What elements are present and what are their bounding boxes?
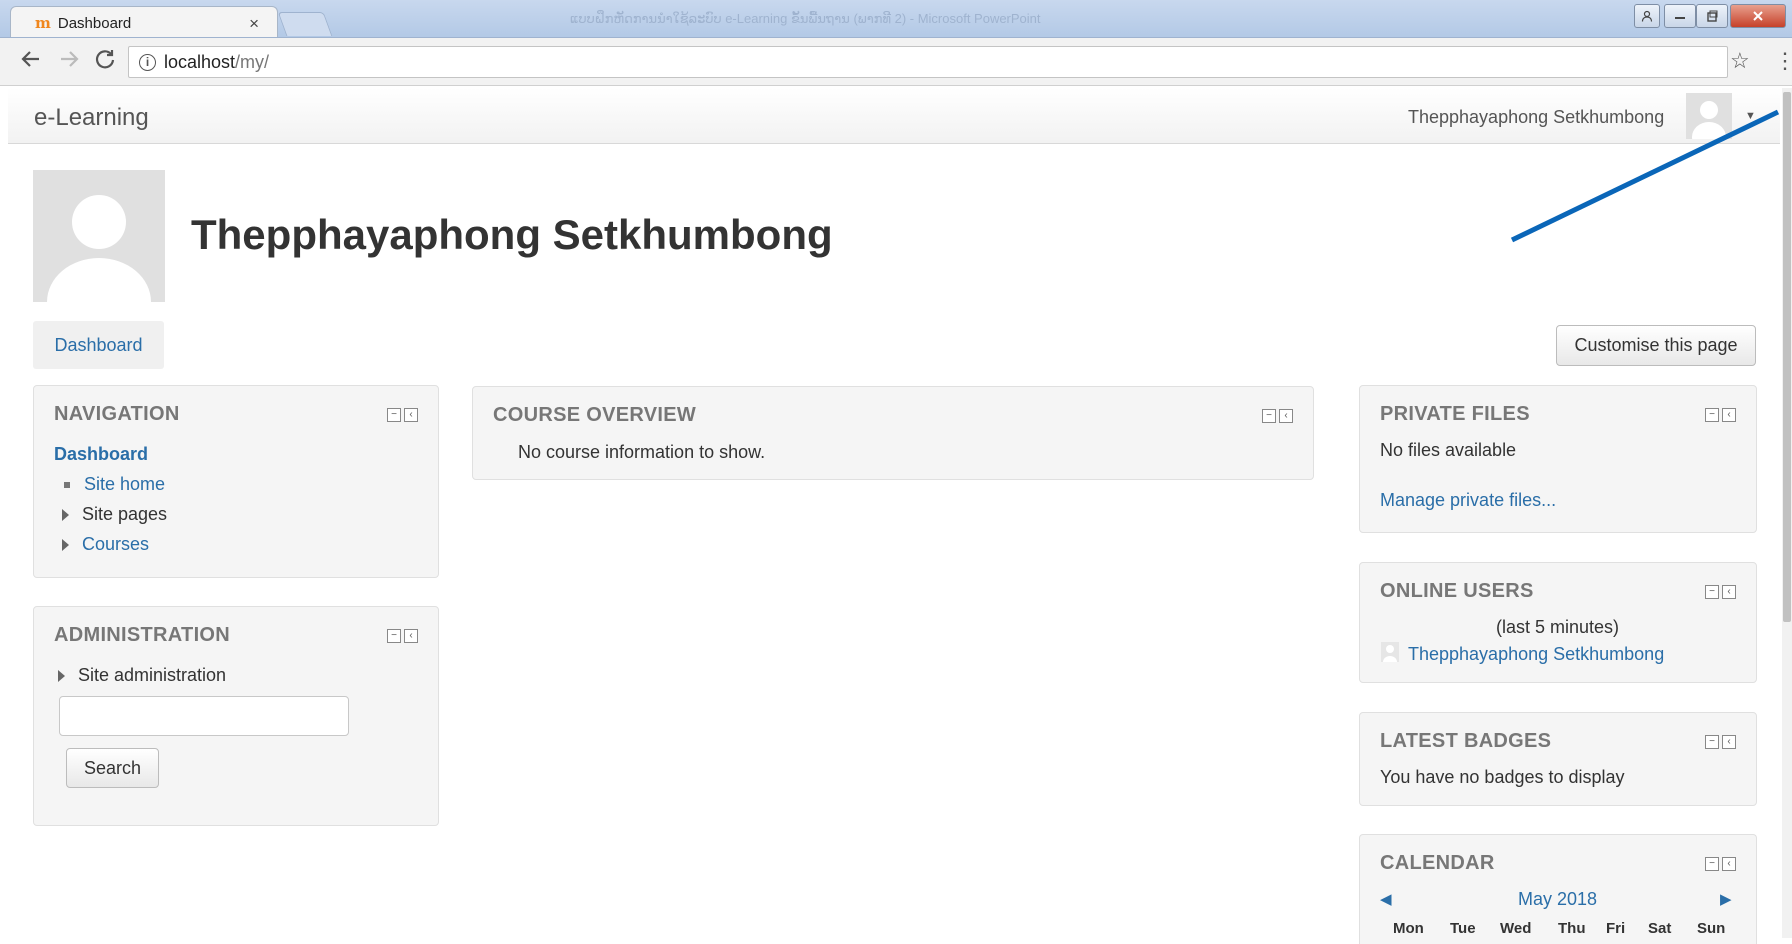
calendar-month-link[interactable]: May 2018 (1518, 889, 1597, 910)
calendar-day-header: Sun (1697, 920, 1726, 937)
browser-tab-dashboard[interactable]: m Dashboard × (10, 6, 278, 37)
course-overview-block: COURSE OVERVIEW − ‹ No course information… (472, 386, 1314, 480)
sidebar-item-site-administration[interactable]: Site administration (58, 665, 226, 686)
collapse-block-icon[interactable]: − (387, 629, 401, 643)
block-controls: − ‹ (387, 408, 418, 422)
navigation-block: NAVIGATION − ‹ Dashboard Site home Site p… (33, 385, 439, 578)
sidebar-item-label: Site home (84, 474, 166, 494)
calendar-prev-icon[interactable]: ◀ (1380, 890, 1392, 908)
sidebar-item-courses[interactable]: Courses (62, 534, 149, 555)
page-title: Thepphayaphong Setkhumbong (191, 211, 833, 258)
collapse-block-icon[interactable]: − (1705, 408, 1719, 422)
online-user-avatar-icon (1381, 642, 1399, 662)
site-brand[interactable]: e-Learning (34, 104, 149, 132)
page-scrollbar-thumb[interactable] (1783, 92, 1791, 622)
calendar-day-header: Fri (1606, 920, 1626, 937)
private-files-block: PRIVATE FILES − ‹ No files available Mana… (1359, 385, 1757, 533)
course-overview-message: No course information to show. (518, 442, 766, 462)
online-user-link[interactable]: Thepphayaphong Setkhumbong (1408, 644, 1664, 665)
sidebar-item-label: Site administration (78, 665, 227, 685)
dock-block-icon[interactable]: ‹ (1722, 408, 1736, 422)
address-bar[interactable]: i localhost/my/ (128, 46, 1728, 78)
expand-arrow-icon (62, 509, 69, 522)
collapse-block-icon[interactable]: − (1262, 409, 1276, 423)
sidebar-item-label: Courses (82, 534, 150, 554)
back-arrow-icon[interactable] (20, 48, 42, 76)
tab-close-icon[interactable]: × (249, 14, 259, 34)
block-controls: − ‹ (1705, 857, 1736, 871)
collapse-block-icon[interactable]: − (1705, 857, 1719, 871)
expand-arrow-icon (58, 670, 65, 683)
online-users-block: ONLINE USERS − ‹ (last 5 minutes) Theppha… (1359, 562, 1757, 683)
user-avatar-icon[interactable] (1686, 93, 1732, 139)
calendar-day-header: Thu (1558, 920, 1586, 937)
admin-search-button[interactable]: Search (66, 748, 159, 788)
calendar-title: CALENDAR (1380, 852, 1495, 874)
browser-tab-title: Dashboard (57, 14, 132, 32)
dock-block-icon[interactable]: ‹ (404, 629, 418, 643)
administration-block-title: ADMINISTRATION (54, 624, 231, 646)
block-controls: − ‹ (1262, 409, 1293, 423)
tab-dashboard[interactable]: Dashboard (33, 321, 164, 369)
sidebar-item-site-home[interactable]: Site home (62, 474, 165, 495)
user-menu-name[interactable]: Thepphayaphong Setkhumbong (1408, 107, 1664, 128)
expand-arrow-icon (62, 539, 69, 552)
restore-window-icon[interactable] (1696, 4, 1728, 28)
close-window-icon[interactable] (1730, 4, 1786, 28)
manage-private-files-link[interactable]: Manage private files... (1380, 490, 1556, 511)
online-users-period: (last 5 minutes) (1496, 617, 1620, 637)
moodle-favicon-icon: m (35, 14, 51, 32)
reload-icon[interactable] (94, 48, 116, 76)
private-files-title: PRIVATE FILES (1380, 403, 1530, 425)
block-controls: − ‹ (1705, 408, 1736, 422)
calendar-day-header: Sat (1648, 920, 1672, 937)
nav-current-dashboard[interactable]: Dashboard (54, 444, 148, 465)
collapse-block-icon[interactable]: − (387, 408, 401, 422)
url-path: /my/ (235, 51, 270, 72)
url-host: localhost (164, 51, 236, 72)
site-info-icon[interactable]: i (139, 53, 156, 71)
minimize-window-icon[interactable] (1664, 4, 1696, 28)
user-profile-icon[interactable] (1634, 4, 1660, 28)
online-users-title: ONLINE USERS (1380, 580, 1534, 602)
new-tab-button[interactable] (277, 12, 333, 36)
calendar-next-icon[interactable]: ▶ (1720, 890, 1732, 908)
calendar-day-header: Wed (1500, 920, 1532, 937)
dock-block-icon[interactable]: ‹ (1722, 857, 1736, 871)
block-controls: − ‹ (1705, 735, 1736, 749)
navigation-block-title: NAVIGATION (54, 403, 180, 425)
course-overview-title: COURSE OVERVIEW (493, 404, 697, 426)
browser-tabstrip: m Dashboard × ແບບຝຶກຫັດການນຳໃຊ້ລະບົບ e-L… (0, 0, 1792, 38)
browser-menu-icon[interactable]: ⋮ (1774, 48, 1792, 74)
calendar-day-header: Tue (1450, 920, 1476, 937)
sidebar-item-site-pages[interactable]: Site pages (62, 504, 167, 525)
dock-block-icon[interactable]: ‹ (1279, 409, 1293, 423)
forward-arrow-icon[interactable] (58, 48, 80, 76)
bullet-icon (64, 482, 70, 489)
user-menu-caret-icon[interactable]: ▼ (1745, 110, 1756, 122)
site-navbar: e-Learning Thepphayaphong Setkhumbong ▼ (8, 88, 1780, 144)
dock-block-icon[interactable]: ‹ (404, 408, 418, 422)
browser-toolbar: i localhost/my/ ☆ ⋮ (0, 38, 1792, 86)
bookmark-star-icon[interactable]: ☆ (1730, 48, 1750, 74)
admin-search-input[interactable] (59, 696, 349, 736)
block-controls: − ‹ (1705, 585, 1736, 599)
latest-badges-block: LATEST BADGES − ‹ You have no badges to d… (1359, 712, 1757, 806)
window-title: ແບບຝຶກຫັດການນຳໃຊ້ລະບົບ e-Learning ຂັ້ນພື… (570, 11, 1041, 26)
sidebar-item-label: Site pages (82, 504, 168, 524)
block-controls: − ‹ (387, 629, 418, 643)
dock-block-icon[interactable]: ‹ (1722, 735, 1736, 749)
latest-badges-title: LATEST BADGES (1380, 730, 1552, 752)
latest-badges-message: You have no badges to display (1380, 767, 1625, 787)
collapse-block-icon[interactable]: − (1705, 735, 1719, 749)
collapse-block-icon[interactable]: − (1705, 585, 1719, 599)
customise-page-button[interactable]: Customise this page (1556, 325, 1756, 366)
calendar-day-header: Mon (1393, 920, 1424, 937)
private-files-message: No files available (1380, 440, 1517, 460)
profile-picture (33, 170, 165, 302)
dock-block-icon[interactable]: ‹ (1722, 585, 1736, 599)
